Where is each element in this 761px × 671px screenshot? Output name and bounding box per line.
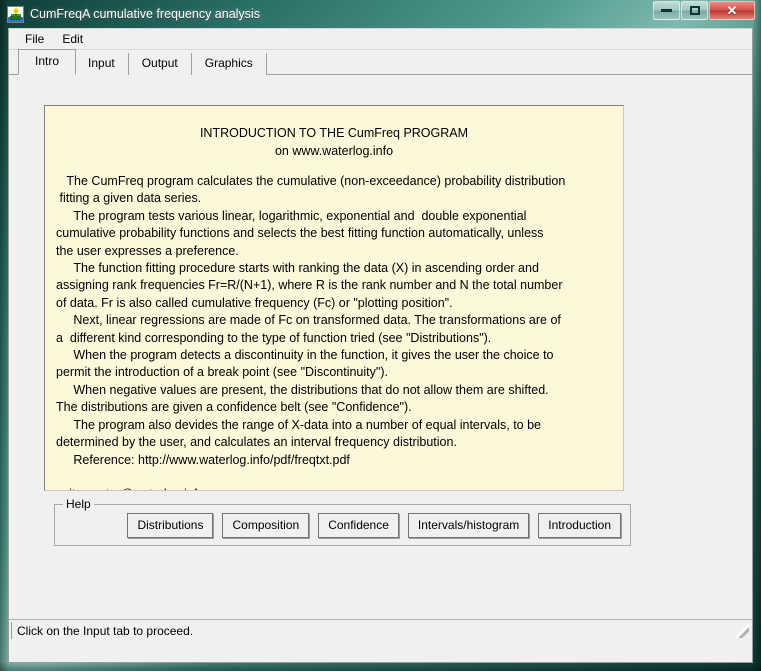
tab-output[interactable]: Output: [128, 53, 192, 75]
application-window: CumFreqA cumulative frequency analysis ✕…: [0, 0, 761, 671]
help-group-box: Help Distributions Composition Confidenc…: [54, 497, 631, 546]
tab-strip: Intro Input Output Graphics: [9, 49, 752, 75]
caption-button-group: ✕: [653, 1, 755, 20]
help-button-introduction[interactable]: Introduction: [538, 512, 621, 538]
maximize-button[interactable]: [681, 1, 708, 20]
title-bar[interactable]: CumFreqA cumulative frequency analysis ✕: [0, 0, 761, 28]
status-bar: Click on the Input tab to proceed.: [9, 619, 752, 641]
close-button[interactable]: ✕: [709, 1, 755, 20]
maximize-icon: [689, 6, 700, 15]
help-button-intervals-histogram[interactable]: Intervals/histogram: [407, 512, 530, 538]
minimize-button[interactable]: [653, 1, 680, 20]
menu-bar: File Edit: [9, 29, 752, 50]
close-icon: ✕: [726, 3, 738, 18]
tab-graphics[interactable]: Graphics: [191, 53, 267, 75]
plant-flower-icon: [7, 5, 24, 23]
help-button-composition[interactable]: Composition: [222, 512, 310, 538]
client-area: File Edit Intro Input Output Graphics IN…: [8, 28, 753, 663]
minimize-icon: [661, 9, 672, 12]
intro-body-text: The CumFreq program calculates the cumul…: [56, 174, 566, 490]
status-bar-panel: Click on the Input tab to proceed.: [11, 622, 750, 639]
status-message: Click on the Input tab to proceed.: [17, 623, 194, 638]
intro-heading-line-1: INTRODUCTION TO THE CumFreq PROGRAM: [199, 126, 469, 140]
help-button-confidence[interactable]: Confidence: [318, 512, 399, 538]
tab-input[interactable]: Input: [75, 53, 129, 75]
help-button-row: Distributions Composition Confidence Int…: [55, 505, 630, 545]
help-button-distributions[interactable]: Distributions: [127, 512, 214, 538]
window-title: CumFreqA cumulative frequency analysis: [30, 7, 260, 21]
tab-intro[interactable]: Intro: [18, 49, 77, 75]
introduction-text-panel: INTRODUCTION TO THE CumFreq PROGRAM on w…: [44, 105, 624, 491]
menu-item-edit[interactable]: Edit: [54, 30, 91, 48]
menu-item-file[interactable]: File: [17, 30, 52, 48]
intro-tab-page: INTRODUCTION TO THE CumFreq PROGRAM on w…: [9, 75, 752, 641]
intro-heading-line-2: on www.waterlog.info: [274, 144, 394, 158]
